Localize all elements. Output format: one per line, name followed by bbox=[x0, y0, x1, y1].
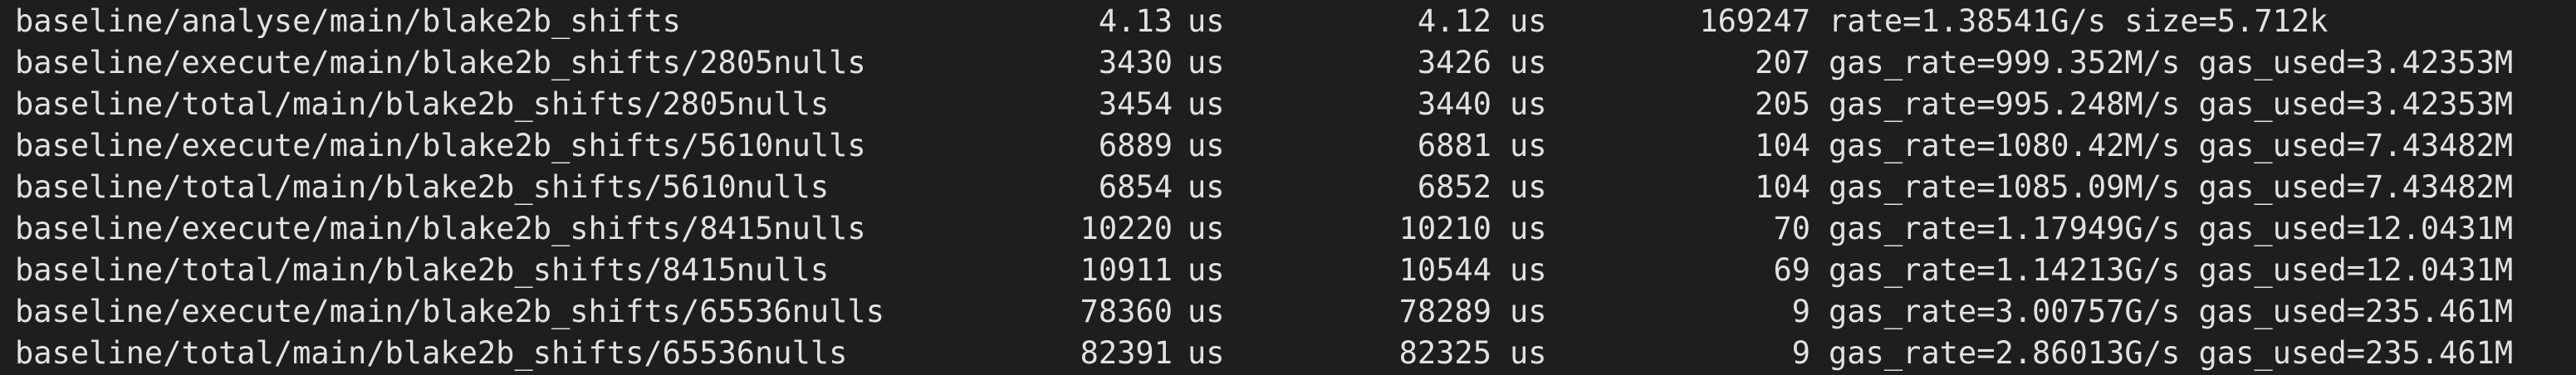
cpu-time-value: 10544 bbox=[1398, 252, 1491, 288]
counters-text: rate=1.38541G/s size=5.712k bbox=[1829, 3, 2329, 39]
time-unit: us bbox=[1188, 3, 1225, 39]
time-value: 4.13 bbox=[1098, 3, 1173, 39]
iterations-value: 69 bbox=[1773, 252, 1810, 288]
time-unit: us bbox=[1188, 335, 1225, 371]
time-value: 82391 bbox=[1080, 335, 1173, 371]
time-value: 10911 bbox=[1080, 252, 1173, 288]
counters-text: gas_rate=1080.42M/s gas_used=7.43482M bbox=[1829, 128, 2514, 163]
time-unit: us bbox=[1188, 169, 1225, 205]
time-unit: us bbox=[1188, 211, 1225, 246]
cpu-time-unit: us bbox=[1510, 294, 1547, 329]
benchmark-name: baseline/execute/main/blake2b_shifts/841… bbox=[15, 211, 866, 246]
time-unit: us bbox=[1188, 45, 1225, 80]
iterations-value: 9 bbox=[1791, 335, 1810, 371]
time-value: 10220 bbox=[1080, 211, 1173, 246]
terminal-output[interactable]: baseline/analyse/main/blake2b_shifts 4.1… bbox=[0, 0, 2576, 375]
iterations-value: 205 bbox=[1755, 86, 1810, 122]
cpu-time-value: 3426 bbox=[1417, 45, 1491, 80]
benchmark-row: baseline/total/main/blake2b_shifts/2805n… bbox=[0, 84, 2576, 125]
cpu-time-unit: us bbox=[1510, 86, 1547, 122]
benchmark-row: baseline/total/main/blake2b_shifts/8415n… bbox=[0, 250, 2576, 291]
counters-text: gas_rate=1.17949G/s gas_used=12.0431M bbox=[1829, 211, 2514, 246]
iterations-value: 104 bbox=[1755, 169, 1810, 205]
benchmark-name: baseline/total/main/blake2b_shifts/5610n… bbox=[15, 169, 830, 205]
cpu-time-unit: us bbox=[1510, 3, 1547, 39]
benchmark-row: baseline/execute/main/blake2b_shifts/561… bbox=[0, 125, 2576, 167]
counters-text: gas_rate=2.86013G/s gas_used=235.461M bbox=[1829, 335, 2514, 371]
benchmark-row: baseline/analyse/main/blake2b_shifts 4.1… bbox=[0, 1, 2576, 42]
counters-text: gas_rate=1085.09M/s gas_used=7.43482M bbox=[1829, 169, 2514, 205]
counters-text: gas_rate=995.248M/s gas_used=3.42353M bbox=[1829, 86, 2514, 122]
benchmark-row: baseline/total/main/blake2b_shifts/5610n… bbox=[0, 167, 2576, 208]
cpu-time-unit: us bbox=[1510, 45, 1547, 80]
time-value: 3430 bbox=[1098, 45, 1173, 80]
benchmark-name: baseline/total/main/blake2b_shifts/2805n… bbox=[15, 86, 830, 122]
counters-text: gas_rate=999.352M/s gas_used=3.42353M bbox=[1829, 45, 2514, 80]
benchmark-name: baseline/total/main/blake2b_shifts/65536… bbox=[15, 335, 848, 371]
time-unit: us bbox=[1188, 128, 1225, 163]
benchmark-row: baseline/execute/main/blake2b_shifts/655… bbox=[0, 291, 2576, 333]
time-value: 3454 bbox=[1098, 86, 1173, 122]
benchmark-row: baseline/total/main/blake2b_shifts/65536… bbox=[0, 333, 2576, 374]
cpu-time-value: 82325 bbox=[1398, 335, 1491, 371]
counters-text: gas_rate=1.14213G/s gas_used=12.0431M bbox=[1829, 252, 2514, 288]
cpu-time-value: 10210 bbox=[1398, 211, 1491, 246]
cpu-time-value: 3440 bbox=[1417, 86, 1491, 122]
iterations-value: 70 bbox=[1773, 211, 1810, 246]
counters-text: gas_rate=3.00757G/s gas_used=235.461M bbox=[1829, 294, 2514, 329]
iterations-value: 104 bbox=[1755, 128, 1810, 163]
cpu-time-value: 4.12 bbox=[1417, 3, 1491, 39]
cpu-time-unit: us bbox=[1510, 335, 1547, 371]
benchmark-name: baseline/total/main/blake2b_shifts/8415n… bbox=[15, 252, 830, 288]
iterations-value: 9 bbox=[1791, 294, 1810, 329]
time-value: 6854 bbox=[1098, 169, 1173, 205]
time-value: 6889 bbox=[1098, 128, 1173, 163]
cpu-time-unit: us bbox=[1510, 211, 1547, 246]
benchmark-row: baseline/execute/main/blake2b_shifts/841… bbox=[0, 208, 2576, 250]
time-value: 78360 bbox=[1080, 294, 1173, 329]
iterations-value: 207 bbox=[1755, 45, 1810, 80]
time-unit: us bbox=[1188, 294, 1225, 329]
benchmark-name: baseline/analyse/main/blake2b_shifts bbox=[15, 3, 681, 39]
cpu-time-unit: us bbox=[1510, 252, 1547, 288]
benchmark-row: baseline/execute/main/blake2b_shifts/280… bbox=[0, 42, 2576, 84]
cpu-time-value: 78289 bbox=[1398, 294, 1491, 329]
time-unit: us bbox=[1188, 252, 1225, 288]
cpu-time-unit: us bbox=[1510, 169, 1547, 205]
cpu-time-value: 6852 bbox=[1417, 169, 1491, 205]
benchmark-name: baseline/execute/main/blake2b_shifts/280… bbox=[15, 45, 866, 80]
cpu-time-unit: us bbox=[1510, 128, 1547, 163]
benchmark-name: baseline/execute/main/blake2b_shifts/561… bbox=[15, 128, 866, 163]
time-unit: us bbox=[1188, 86, 1225, 122]
iterations-value: 169247 bbox=[1699, 3, 1810, 39]
benchmark-name: baseline/execute/main/blake2b_shifts/655… bbox=[15, 294, 884, 329]
cpu-time-value: 6881 bbox=[1417, 128, 1491, 163]
